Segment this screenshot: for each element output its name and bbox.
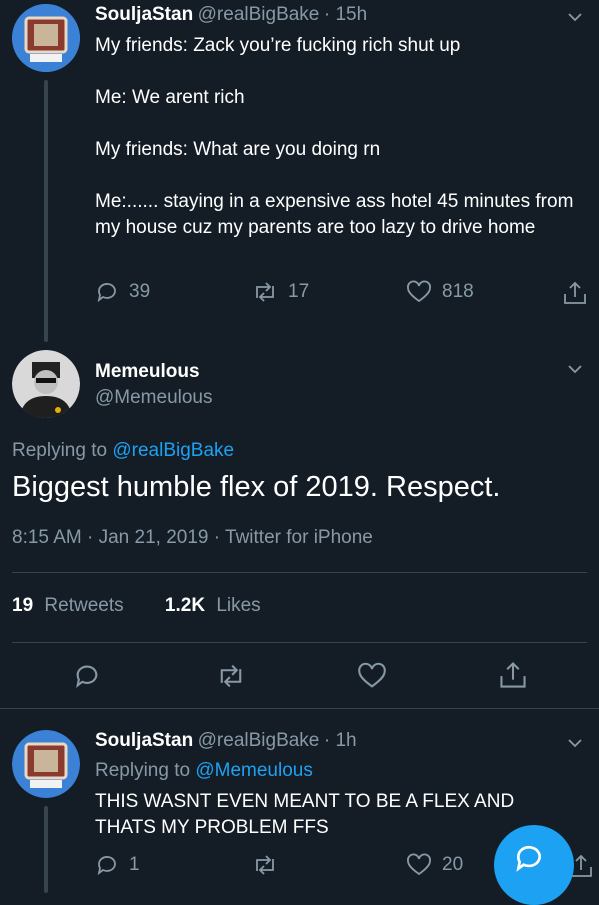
like-button[interactable]: 818	[406, 280, 474, 304]
avatar[interactable]	[12, 730, 80, 798]
like-stat[interactable]: 1.2K Likes	[165, 595, 261, 616]
reply-button[interactable]: 1	[95, 853, 140, 877]
compose-reply-button[interactable]	[494, 825, 574, 905]
reply-count: 1	[129, 854, 140, 875]
reply-count: 39	[129, 281, 151, 302]
retweet-button[interactable]	[252, 853, 278, 877]
replying-to: Replying to @Memeulous	[95, 760, 313, 782]
reply-icon[interactable]	[73, 662, 101, 690]
author-name[interactable]: SouljaStan	[95, 4, 193, 25]
like-button[interactable]: 20	[406, 853, 463, 877]
reply-icon	[97, 856, 116, 876]
author-name[interactable]: Memeulous	[95, 361, 200, 383]
retweet-stat-count: 19	[12, 595, 34, 616]
heart-icon[interactable]	[357, 662, 387, 690]
thread-line	[44, 80, 48, 342]
author-handle[interactable]: @realBigBake	[198, 730, 320, 751]
retweet-count: 17	[288, 281, 310, 302]
reply-button[interactable]: 39	[95, 280, 150, 304]
tweet-header: SouljaStan @realBigBake · 1h	[95, 730, 357, 752]
retweet-button[interactable]: 17	[252, 280, 309, 304]
tweet-header: SouljaStan @realBigBake · 15h	[95, 4, 367, 26]
retweet-stat-label: Retweets	[44, 595, 124, 616]
tweet-line: Me:...... staying in a expensive ass hot…	[95, 191, 579, 238]
divider	[12, 642, 587, 643]
retweet-icon	[256, 282, 274, 302]
replying-prefix: Replying to	[12, 440, 108, 461]
replying-to-link[interactable]: @Memeulous	[195, 760, 313, 781]
divider	[0, 708, 599, 709]
replying-prefix: Replying to	[95, 760, 191, 781]
divider	[12, 572, 587, 573]
tweet-line: Me: We arent rich	[95, 87, 245, 108]
like-count: 20	[442, 854, 464, 875]
heart-icon	[407, 280, 431, 303]
author-handle[interactable]: @Memeulous	[95, 387, 213, 409]
tweet-meta: 8:15 AM · Jan 21, 2019 · Twitter for iPh…	[12, 527, 373, 548]
avatar[interactable]	[12, 4, 80, 72]
tweet-text: THIS WASNT EVEN MEANT TO BE A FLEX AND T…	[95, 791, 520, 838]
main-tweet-text: Biggest humble flex of 2019. Respect.	[12, 471, 501, 503]
like-stat-label: Likes	[216, 595, 261, 616]
retweet-icon	[256, 855, 274, 875]
replying-to-link[interactable]: @realBigBake	[112, 440, 234, 461]
tweet-line: My friends: Zack you’re fucking rich shu…	[95, 35, 461, 56]
chevron-down-icon[interactable]	[568, 736, 582, 750]
avatar[interactable]	[12, 350, 80, 418]
chevron-down-icon[interactable]	[568, 362, 582, 376]
retweet-icon[interactable]	[216, 662, 246, 690]
tweet-line: My friends: What are you doing rn	[95, 139, 381, 160]
tweet-time: · 1h	[323, 730, 357, 751]
replying-to: Replying to @realBigBake	[12, 440, 234, 462]
retweet-stat[interactable]: 19 Retweets	[12, 595, 129, 616]
author-handle[interactable]: @realBigBake	[198, 4, 320, 25]
tweet-stats: 19 Retweets 1.2K Likes	[12, 595, 261, 617]
heart-icon	[407, 853, 431, 876]
tweet-time: · 15h	[323, 4, 368, 25]
share-icon[interactable]	[498, 660, 528, 690]
share-icon[interactable]	[562, 280, 588, 306]
compose-reply-icon	[516, 845, 541, 872]
thread-line	[44, 806, 48, 893]
chevron-down-icon[interactable]	[568, 10, 582, 24]
author-name[interactable]: SouljaStan	[95, 730, 193, 751]
like-stat-count: 1.2K	[164, 595, 206, 616]
like-count: 818	[442, 281, 474, 302]
reply-icon	[97, 283, 116, 303]
